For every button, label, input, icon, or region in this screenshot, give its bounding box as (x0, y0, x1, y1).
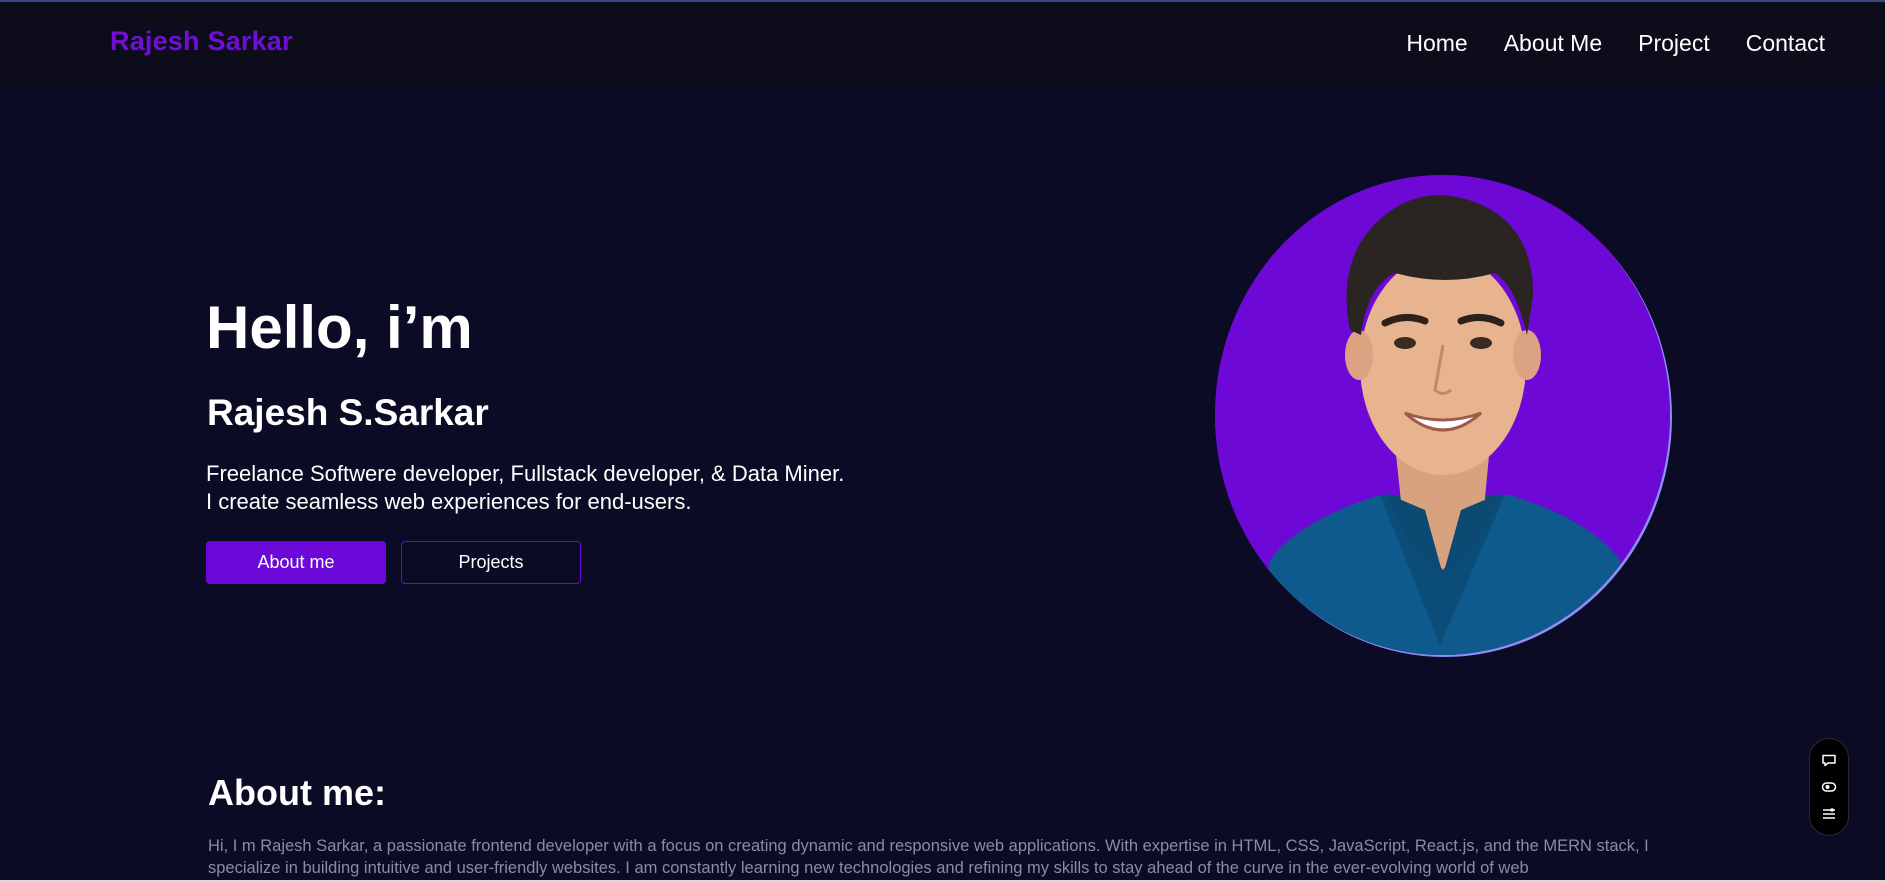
about-section-text: Hi, I m Rajesh Sarkar, a passionate fron… (208, 837, 1649, 877)
page: Rajesh Sarkar Home About Me Project Cont… (0, 0, 1885, 882)
nav-link-about-me[interactable]: About Me (1504, 28, 1602, 58)
floating-widget (1809, 738, 1849, 836)
brand-logo-link[interactable]: Rajesh Sarkar (110, 26, 293, 57)
menu-icon[interactable] (1818, 803, 1840, 825)
nav-links: Home About Me Project Contact (1406, 28, 1825, 58)
projects-button[interactable]: Projects (401, 541, 581, 584)
hero-greeting: Hello, i’m (206, 294, 473, 361)
chat-icon[interactable] (1818, 749, 1840, 771)
hero-description-line-1: Freelance Softwere developer, Fullstack … (206, 461, 845, 486)
nav-link-home[interactable]: Home (1406, 28, 1467, 58)
about-section-title: About me: (208, 772, 386, 813)
about-me-button[interactable]: About me (206, 541, 386, 584)
nav-link-project[interactable]: Project (1638, 28, 1710, 58)
hero-description: Freelance Softwere developer, Fullstack … (206, 460, 844, 516)
nav-link-contact[interactable]: Contact (1746, 28, 1825, 58)
hero-name: Rajesh S.Sarkar (207, 392, 489, 433)
profile-photo (1215, 175, 1670, 655)
hero-description-line-2: I create seamless web experiences for en… (206, 489, 692, 514)
navbar: Rajesh Sarkar Home About Me Project Cont… (0, 2, 1885, 85)
eye-icon[interactable] (1818, 776, 1840, 798)
profile-photo-illustration (1215, 175, 1670, 655)
